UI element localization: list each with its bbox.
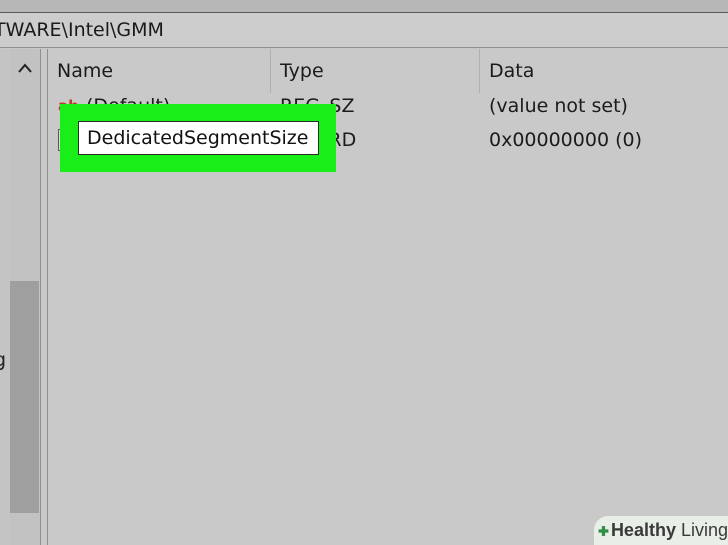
rename-value-input[interactable] xyxy=(78,121,319,155)
window-top-strip xyxy=(0,0,728,12)
column-header-name[interactable]: Name xyxy=(48,49,271,93)
column-header-data-label: Data xyxy=(489,60,535,82)
address-bar[interactable]: TWARE\Intel\GMM xyxy=(0,12,728,48)
address-path: TWARE\Intel\GMM xyxy=(0,19,164,41)
scroll-up-button[interactable] xyxy=(10,55,39,81)
watermark-logo: Healthy Living xyxy=(594,516,728,545)
column-header-type-label: Type xyxy=(280,60,324,82)
tree-scrollbar[interactable] xyxy=(10,49,39,545)
pane-splitter[interactable] xyxy=(40,49,48,545)
scroll-thumb[interactable] xyxy=(10,281,39,513)
tree-partial-label: g xyxy=(0,349,7,371)
row-data: 0x00000000 (0) xyxy=(489,129,642,151)
row-data: (value not set) xyxy=(489,95,628,117)
watermark-text: Healthy Living xyxy=(610,520,728,540)
column-header-name-label: Name xyxy=(57,60,114,82)
chevron-up-icon xyxy=(17,63,32,73)
plus-cross-icon xyxy=(598,525,609,536)
column-header-type[interactable]: Type xyxy=(271,49,480,93)
column-header-data[interactable]: Data xyxy=(480,49,728,93)
